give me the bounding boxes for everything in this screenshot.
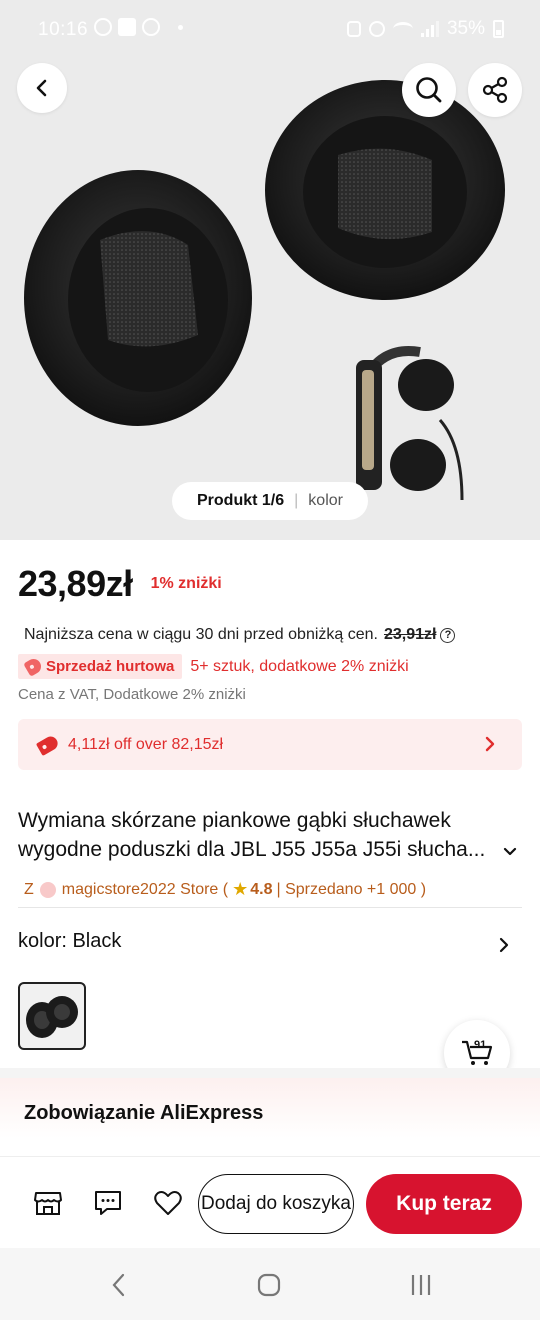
discount-label: 1% zniżki (150, 575, 222, 592)
nav-recents-button[interactable] (408, 1272, 434, 1298)
back-button[interactable] (17, 63, 67, 113)
add-to-cart-button[interactable]: Dodaj do koszyka (198, 1174, 354, 1234)
product-title-line1: Wymiana skórzane piankowe gąbki słuchawe… (18, 809, 451, 832)
status-notification-icons (94, 18, 183, 36)
lowest-price-label: Najniższa cena w ciągu 30 dni przed obni… (24, 626, 378, 643)
color-selector-label[interactable]: kolor: Black (18, 930, 121, 953)
coupon-text: 4,11zł off over 82,15zł (68, 735, 224, 753)
system-nav-bar (0, 1248, 540, 1320)
chevron-left-icon (36, 79, 47, 97)
nav-back-button[interactable] (106, 1272, 132, 1298)
bottom-action-bar: Dodaj do koszyka Kup teraz (0, 1156, 540, 1248)
price-tag-icon (23, 656, 44, 677)
share-button[interactable] (468, 63, 522, 117)
store-icon (34, 1192, 62, 1215)
heart-icon (154, 1191, 182, 1215)
lowest-old-price: 23,91zł (383, 626, 437, 643)
store-button[interactable] (32, 1187, 64, 1219)
lowest-price-note: Najniższa cena w ciągu 30 dni przed obni… (24, 626, 456, 644)
nav-recents-icon (411, 1275, 431, 1295)
divider (18, 907, 522, 908)
color-swatch-black[interactable] (18, 982, 86, 1050)
store-sold: | Sprzedano +1 000 ) (276, 880, 427, 898)
battery-icon (493, 20, 504, 38)
wholesale-text: 5+ sztuk, dodatkowe 2% zniżki (190, 657, 409, 675)
product-title-line2: wygodne poduszki dla JBL J55 J55a J55i s… (18, 838, 486, 861)
current-price: 23,89zł (18, 563, 133, 604)
clock-icon (368, 21, 385, 37)
commitment-title: Zobowiązanie AliExpress (24, 1102, 264, 1124)
status-bar: 10:16 35% (0, 0, 540, 58)
wholesale-banner: Sprzedaż hurtowa 5+ sztuk, dodatkowe 2% … (18, 654, 409, 679)
chevron-right-icon[interactable] (494, 934, 514, 956)
chat-button[interactable] (92, 1187, 124, 1219)
search-icon (416, 77, 442, 103)
store-rating: 4.8 (250, 880, 273, 898)
price-row: 23,89zł 1% zniżki (18, 563, 222, 605)
product-image-gallery[interactable]: 10:16 35% Produkt 1/6 | kolor (0, 0, 540, 540)
more-notifications-icon (178, 24, 183, 30)
commitment-section[interactable]: Zobowiązanie AliExpress (0, 1078, 540, 1138)
alarm-icon (346, 21, 361, 37)
nav-home-button[interactable] (256, 1272, 282, 1298)
product-image (24, 80, 505, 500)
store-prefix: Z (24, 880, 34, 898)
wifi-icon (392, 22, 413, 36)
status-time: 10:16 (38, 19, 89, 40)
image-pager: Produkt 1/6 | kolor (172, 482, 368, 520)
cart-count: 91 (474, 1039, 487, 1051)
coupon-banner[interactable]: 4,11zł off over 82,15zł (18, 719, 522, 770)
wholesale-tag: Sprzedaż hurtowa (18, 654, 183, 679)
store-row[interactable]: Z magicstore2022 Store ( ★ 4.8 | Sprzeda… (24, 879, 426, 900)
product-title[interactable]: Wymiana skórzane piankowe gąbki słuchawe… (18, 806, 508, 864)
pager-color-link[interactable]: kolor (308, 492, 343, 510)
search-button[interactable] (402, 63, 456, 117)
pager-separator: | (294, 492, 299, 509)
nav-home-icon (257, 1273, 281, 1297)
store-name: magicstore2022 Store ( (61, 880, 229, 898)
image-counter: Produkt 1/6 (197, 492, 285, 509)
chevron-right-icon (485, 736, 495, 752)
notification-icon (142, 18, 160, 36)
status-system-icons: 35% (346, 18, 504, 40)
share-icon (482, 76, 508, 104)
star-icon: ★ (232, 879, 249, 899)
store-logo-icon (39, 881, 56, 898)
wholesale-tag-label: Sprzedaż hurtowa (46, 658, 175, 675)
chevron-down-icon[interactable] (500, 842, 520, 862)
buy-now-button[interactable]: Kup teraz (366, 1174, 522, 1234)
chat-icon (95, 1191, 121, 1215)
app-notification-icon (118, 18, 136, 36)
signal-icon (420, 21, 439, 37)
wishlist-button[interactable] (152, 1187, 184, 1219)
battery-percent: 35% (446, 18, 485, 39)
notification-icon (94, 18, 112, 36)
nav-back-icon (112, 1273, 125, 1297)
swatch-thumbnail (26, 996, 78, 1038)
vat-note: Cena z VAT, Dodatkowe 2% zniżki (18, 686, 246, 703)
coupon-icon (35, 733, 61, 756)
help-icon[interactable]: ? (440, 627, 456, 643)
